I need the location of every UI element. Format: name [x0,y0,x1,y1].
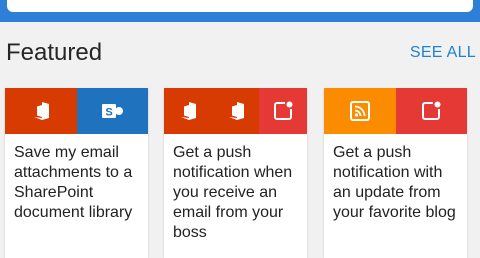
service-tile [211,88,260,134]
service-tile [324,88,396,134]
search-bar-area [0,0,480,22]
rss-icon [349,100,371,122]
template-card[interactable]: Get a push notification when you receive… [164,88,307,258]
card-services: S [5,88,148,134]
service-tile [5,88,77,134]
card-services [324,88,467,134]
office-icon [31,100,51,122]
svg-text:S: S [106,107,113,119]
service-tile [259,88,307,134]
search-box[interactable] [7,0,473,12]
template-card[interactable]: Get a push notification with an update f… [324,88,467,258]
service-tile [395,88,467,134]
card-description: Save my email attachments to a SharePoin… [14,144,133,221]
service-tile: S [76,88,148,134]
sharepoint-icon: S [100,101,124,121]
service-tile [164,88,212,134]
card-description: Get a push notification with an update f… [333,144,456,221]
notification-icon [420,100,442,122]
office-icon [178,100,198,122]
template-card[interactable]: S Save my email attachments to a SharePo… [5,88,148,258]
notification-icon [272,100,294,122]
office-icon [226,100,246,122]
card-services [164,88,307,134]
see-all-link[interactable]: SEE ALL [410,43,476,63]
section-title: Featured [6,39,103,66]
card-description: Get a push notification when you receive… [173,144,293,241]
